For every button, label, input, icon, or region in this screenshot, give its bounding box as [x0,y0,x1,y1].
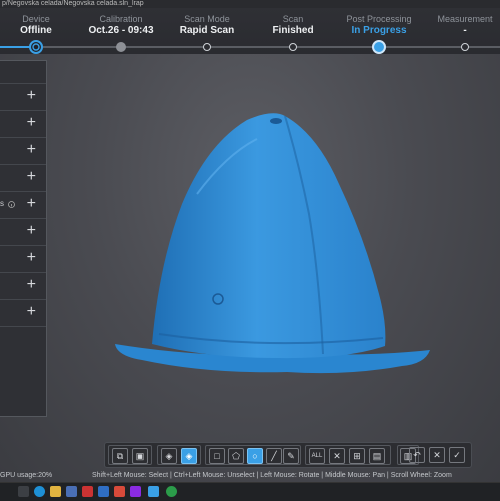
step-label: Post Processing [346,14,412,24]
deselect-icon[interactable]: ✕ [329,448,345,464]
plus-icon[interactable]: + [27,195,36,213]
mail-icon[interactable] [82,486,93,497]
step-value: Oct.26 - 09:43 [88,25,154,36]
step-label: Scan Mode [184,14,230,24]
plus-icon[interactable]: + [27,87,36,105]
plus-icon[interactable]: + [27,303,36,321]
confirm-group: ↶ ✕ ✓ [407,445,469,465]
connected-select-icon[interactable]: ▤ [369,448,385,464]
mouse-hints: Shift+Left Mouse: Select | Ctrl+Left Mou… [92,472,452,479]
plus-icon[interactable]: + [27,141,36,159]
file-explorer-icon[interactable] [50,486,61,497]
select-all-button[interactable]: ALL [309,448,325,464]
scanner-app-icon[interactable] [148,486,159,497]
plus-icon[interactable]: + [27,168,36,186]
window-title: p/Negovska celada/Negovska celada.sln_lr… [2,0,144,7]
line-select-icon[interactable]: ╱ [266,448,282,464]
status-bar: GPU usage:20% Shift+Left Mouse: Select |… [0,471,500,481]
cancel-icon[interactable]: ✕ [429,447,445,463]
edit-toolbar: ⧉ ▣ ◈ ◈ □ ⬠ ○ ╱ ✎ ALL ✕ ⊞ ▤ ▥ ↶ ✕ ✓ [104,442,472,468]
refresh-icon [32,43,40,51]
workflow-bar: Device Offline Calibration Oct.26 - 09:4… [0,8,500,54]
panel-header [0,61,46,84]
panel-row[interactable]: s + [0,192,46,219]
device-step-icon[interactable] [29,40,43,54]
crop-icon[interactable]: ▣ [132,448,148,464]
post-processing-step-dot[interactable] [372,40,386,54]
polygon-select-icon[interactable]: ⬠ [228,448,244,464]
plus-icon[interactable]: + [27,114,36,132]
info-icon[interactable] [8,201,15,208]
app-icon[interactable] [130,486,141,497]
panel-row[interactable]: + [0,219,46,246]
step-label: Calibration [99,14,143,24]
step-value: Offline [20,25,52,36]
rect-select-icon[interactable]: □ [209,448,225,464]
scan-mode-step-dot[interactable] [203,43,211,51]
panel-row[interactable]: + [0,273,46,300]
view-group: ⧉ ▣ [108,445,152,465]
panel-row[interactable]: + [0,300,46,327]
helmet-scan-model[interactable] [47,54,500,472]
layer-group: ◈ ◈ [157,445,201,465]
app-icon[interactable] [98,486,109,497]
layers-selected-icon[interactable]: ◈ [181,448,197,464]
lasso-select-icon[interactable]: ○ [247,448,263,464]
brush-icon[interactable]: ✎ [283,448,299,464]
workflow-step-post-processing[interactable]: Post Processing In Progress [334,14,424,37]
workflow-step-scan[interactable]: Scan Finished [248,14,338,37]
panel-row[interactable]: + [0,111,46,138]
calibration-step-dot[interactable] [116,42,126,52]
step-value: Rapid Scan [179,25,235,36]
chrome-icon[interactable] [166,486,177,497]
invert-selection-icon[interactable]: ⊞ [349,448,365,464]
scan-step-dot[interactable] [289,43,297,51]
app-icon[interactable] [66,486,77,497]
layers-icon[interactable]: ◈ [161,448,177,464]
panel-row-label: s [0,199,4,208]
step-value: - [463,25,467,36]
panel-row[interactable]: + [0,138,46,165]
step-label: Measurement [437,14,493,24]
measurement-step-dot[interactable] [461,43,469,51]
plus-icon[interactable]: + [27,222,36,240]
workflow-step-device[interactable]: Device Offline [0,14,81,37]
workflow-line [0,46,500,48]
selection-group: □ ⬠ ○ ╱ ✎ [205,445,301,465]
step-value: In Progress [351,25,407,36]
windows-start-icon[interactable] [18,486,29,497]
side-panel: + + + + s + + + + + [0,60,47,417]
workflow-step-measurement[interactable]: Measurement - [420,14,500,37]
app-icon[interactable] [114,486,125,497]
edit-group: ALL ✕ ⊞ ▤ [305,445,391,465]
workflow-step-calibration[interactable]: Calibration Oct.26 - 09:43 [76,14,166,37]
step-label: Device [22,14,50,24]
panel-row[interactable]: + [0,84,46,111]
workflow-step-scan-mode[interactable]: Scan Mode Rapid Scan [162,14,252,37]
panel-row[interactable]: + [0,165,46,192]
panel-row[interactable]: + [0,246,46,273]
plus-icon[interactable]: + [27,249,36,267]
os-taskbar [0,482,500,501]
gpu-usage: GPU usage:20% [0,472,53,479]
copy-icon[interactable]: ⧉ [112,448,128,464]
3d-viewport[interactable] [47,54,500,472]
confirm-icon[interactable]: ✓ [449,447,465,463]
window-title-bar: p/Negovska celada/Negovska celada.sln_lr… [0,0,500,8]
edge-icon[interactable] [34,486,45,497]
step-value: Finished [272,25,314,36]
plus-icon[interactable]: + [27,276,36,294]
step-label: Scan [282,14,304,24]
undo-icon[interactable]: ↶ [409,447,425,463]
